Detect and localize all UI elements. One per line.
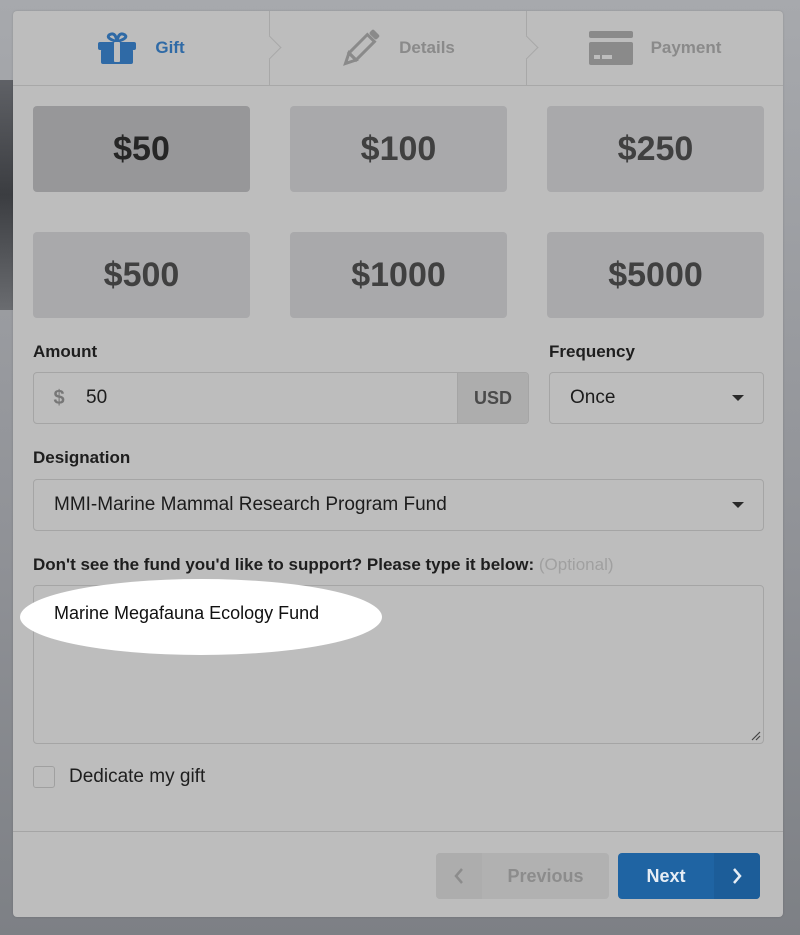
- amount-options: $50 $100 $250 $500 $1000 $5000: [33, 106, 764, 358]
- amount-option-1000[interactable]: $1000: [290, 232, 507, 318]
- frequency-select[interactable]: Once: [549, 372, 764, 424]
- donation-form: Gift Details Payment $50 $100 $250 $500 …: [13, 11, 783, 917]
- resize-handle-icon[interactable]: [751, 731, 761, 741]
- currency-addon: USD: [457, 373, 528, 423]
- custom-fund-value[interactable]: Marine Megafauna Ecology Fund: [54, 603, 319, 624]
- dedicate-gift-label: Dedicate my gift: [69, 766, 206, 787]
- dollar-icon: $: [53, 386, 65, 409]
- caret-down-icon: [732, 502, 744, 508]
- chevron-left-icon: [436, 853, 482, 899]
- background-image: [0, 80, 14, 310]
- custom-fund-label-text: Don't see the fund you'd like to support…: [33, 555, 535, 574]
- previous-button[interactable]: Previous: [436, 853, 609, 899]
- pencil-icon: [341, 28, 381, 68]
- amount-option-5000[interactable]: $5000: [547, 232, 764, 318]
- step-gift[interactable]: Gift: [13, 11, 282, 85]
- previous-label: Previous: [507, 865, 584, 886]
- frequency-value: Once: [570, 387, 616, 408]
- step-progress: Gift Details Payment: [13, 11, 783, 86]
- form-footer: Previous Next: [13, 831, 783, 918]
- designation-value: MMI-Marine Mammal Research Program Fund: [54, 494, 447, 515]
- gift-icon: [97, 31, 137, 65]
- optional-hint: (Optional): [538, 555, 614, 574]
- next-button[interactable]: Next: [618, 853, 760, 899]
- checkbox[interactable]: [33, 766, 55, 788]
- step-details[interactable]: Details: [270, 11, 539, 85]
- step-payment[interactable]: Payment: [527, 11, 783, 85]
- amount-value[interactable]: 50: [84, 373, 457, 423]
- dedicate-gift-checkbox[interactable]: Dedicate my gift: [33, 766, 205, 788]
- frequency-label: Frequency: [549, 342, 635, 361]
- amount-option-500[interactable]: $500: [33, 232, 250, 318]
- designation-select[interactable]: MMI-Marine Mammal Research Program Fund: [33, 479, 764, 531]
- caret-down-icon: [732, 395, 744, 401]
- next-label: Next: [646, 865, 686, 886]
- amount-label: Amount: [33, 342, 98, 361]
- step-label: Payment: [650, 38, 722, 57]
- step-label: Gift: [155, 38, 185, 57]
- amount-option-250[interactable]: $250: [547, 106, 764, 192]
- credit-card-icon: [588, 31, 633, 65]
- amount-option-50[interactable]: $50: [33, 106, 250, 192]
- designation-label: Designation: [33, 448, 131, 467]
- custom-fund-label: Don't see the fund you'd like to support…: [33, 555, 614, 575]
- step-label: Details: [399, 38, 455, 57]
- amount-input[interactable]: $ 50 USD: [33, 372, 529, 424]
- amount-option-100[interactable]: $100: [290, 106, 507, 192]
- chevron-right-icon: [714, 853, 760, 899]
